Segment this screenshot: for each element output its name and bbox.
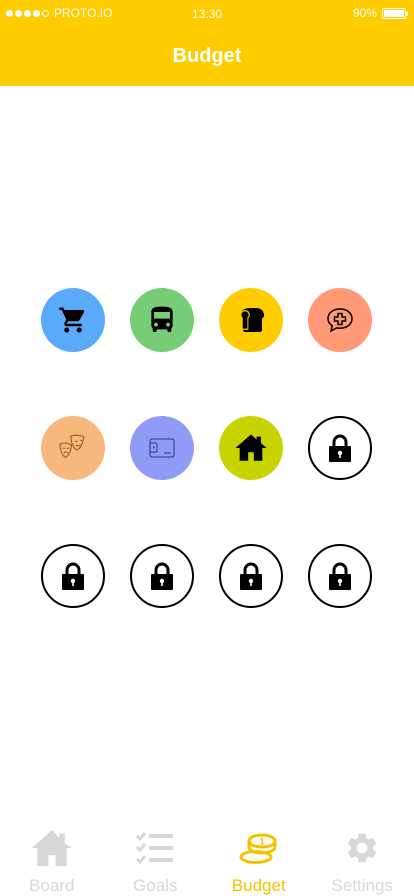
house-icon: [31, 829, 72, 867]
home-icon: [235, 434, 267, 461]
tab-goals[interactable]: Goals: [104, 820, 208, 896]
category-health-button[interactable]: [308, 288, 372, 352]
category-entertainment-button[interactable]: [41, 416, 105, 480]
tab-settings[interactable]: Settings: [311, 820, 414, 896]
budget-category-grid: [0, 0, 414, 896]
lock-icon: [329, 562, 351, 590]
shopping-cart-icon: [59, 307, 85, 333]
tab-label: Settings: [331, 876, 393, 895]
bus-icon: [151, 306, 173, 332]
gear-icon: [348, 833, 377, 863]
category-home-button[interactable]: [219, 416, 283, 480]
category-food-button[interactable]: [219, 288, 283, 352]
checklist-icon: [136, 832, 174, 865]
tab-bar: Board Goals 1 Budget Settings: [0, 820, 414, 896]
theater-masks-icon: [59, 434, 85, 459]
category-locked-button[interactable]: [308, 544, 372, 608]
lock-icon: [151, 562, 173, 590]
lock-icon: [62, 562, 84, 590]
tab-board[interactable]: Board: [0, 820, 104, 896]
tab-label: Board: [29, 876, 75, 895]
bread-icon: [240, 308, 264, 332]
lock-icon: [329, 434, 351, 462]
tab-label: Goals: [133, 876, 178, 895]
wallet-icon: [149, 438, 175, 458]
category-transport-button[interactable]: [130, 288, 194, 352]
tab-label: Budget: [231, 876, 286, 895]
category-locked-button[interactable]: [130, 544, 194, 608]
tab-budget[interactable]: 1 Budget: [207, 820, 311, 896]
category-locked-button[interactable]: [308, 416, 372, 480]
lock-icon: [240, 562, 262, 590]
category-locked-button[interactable]: [219, 544, 283, 608]
coins-icon: 1: [239, 833, 277, 864]
category-shopping-button[interactable]: [41, 288, 105, 352]
category-locked-button[interactable]: [41, 544, 105, 608]
medical-chat-icon: [327, 308, 353, 333]
category-wallet-button[interactable]: [130, 416, 194, 480]
tab-badge: 1: [259, 837, 265, 848]
